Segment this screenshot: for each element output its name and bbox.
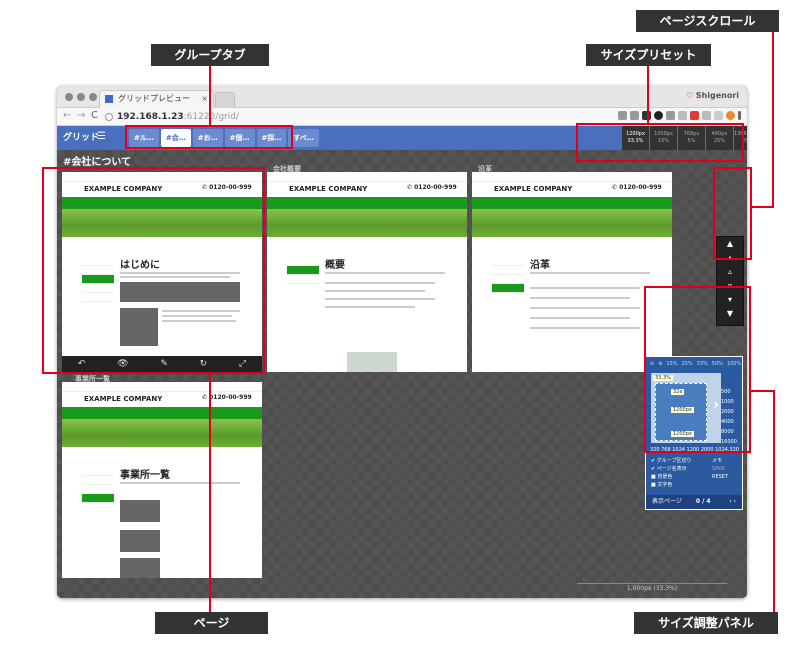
- panel-actions: メモ SAVE RESET: [712, 457, 728, 481]
- company-name: EXAMPLE COMPANY: [84, 395, 163, 403]
- zoom-dot[interactable]: [89, 93, 97, 101]
- extension-icons: [618, 111, 741, 123]
- tab-title: グリッドプレビュー: [118, 94, 190, 103]
- highlight-size-panel: [644, 286, 751, 453]
- highlight-group-tabs: [125, 125, 293, 149]
- grid-favicon-icon: [105, 95, 113, 103]
- memo-button[interactable]: メモ: [712, 457, 728, 465]
- phone-number: ✆ 0120-00-999: [407, 184, 457, 191]
- page-indicator: 表示ページ 0 / 4 ‹ ›: [646, 495, 742, 509]
- company-name: EXAMPLE COMPANY: [494, 185, 573, 193]
- option-color[interactable]: ■ 背景色: [651, 473, 706, 481]
- page-heading: 事業所一覧: [120, 470, 170, 481]
- callout-group-tab: グループタブ: [151, 44, 269, 66]
- photo-icon[interactable]: [702, 111, 711, 120]
- leader-line: [773, 390, 775, 612]
- image-placeholder: [120, 500, 160, 522]
- leader-line: [752, 206, 774, 208]
- new-tab-button[interactable]: [215, 92, 235, 108]
- browser-tab[interactable]: グリッドプレビュー ×: [99, 90, 214, 108]
- minimize-dot[interactable]: [77, 93, 85, 101]
- s-icon[interactable]: [690, 111, 699, 120]
- back-icon[interactable]: ←: [63, 110, 71, 121]
- gear-icon[interactable]: [666, 111, 675, 120]
- phone-number: ✆ 0120-00-999: [612, 184, 662, 191]
- page-heading: 沿革: [530, 260, 550, 271]
- url-field[interactable]: 192.168.1.23:61220/grid/: [103, 110, 587, 124]
- callout-size-panel: サイズ調整パネル: [634, 612, 778, 634]
- option-checkbox[interactable]: ✔ ページ名表示: [651, 465, 706, 473]
- ball-icon[interactable]: [726, 111, 735, 120]
- option-color[interactable]: ■ 文字色: [651, 481, 706, 489]
- panel-options: ✔ グループ区切り ✔ ページ名表示 ■ 背景色 ■ 文字色: [651, 457, 706, 489]
- grid-label[interactable]: グリッド: [63, 126, 99, 150]
- close-dot[interactable]: [65, 93, 73, 101]
- company-name: EXAMPLE COMPANY: [289, 185, 368, 193]
- url-host: 192.168.1.23: [117, 112, 184, 122]
- map-image: [347, 352, 397, 372]
- leader-line: [209, 374, 211, 612]
- tag-icon[interactable]: [678, 111, 687, 120]
- star-icon[interactable]: [618, 111, 627, 120]
- sync-icon[interactable]: [714, 111, 723, 120]
- title-bar: グリッドプレビュー × ♡ Shigenori: [57, 86, 747, 108]
- reload-icon[interactable]: C: [91, 110, 98, 121]
- leader-line: [647, 66, 649, 123]
- recycle-icon[interactable]: [630, 111, 639, 120]
- leader-line: [751, 390, 775, 392]
- highlight-page: [42, 167, 265, 374]
- tab-close-icon[interactable]: ×: [201, 91, 208, 107]
- save-button[interactable]: SAVE: [712, 465, 728, 473]
- scroll-button[interactable]: ▵: [717, 265, 743, 279]
- page-card-history[interactable]: EXAMPLE COMPANY ✆ 0120-00-999 沿革: [472, 172, 672, 372]
- callout-page: ページ: [155, 612, 268, 634]
- leader-line: [209, 66, 211, 125]
- highlight-size-presets: [576, 123, 744, 162]
- page-indicator-label: 表示ページ: [652, 498, 682, 505]
- chrome-icon[interactable]: [654, 111, 663, 120]
- page-heading: 概要: [325, 260, 345, 271]
- page-count: 0 / 4: [695, 498, 711, 505]
- section-title: #会社について: [63, 157, 132, 168]
- page-card-offices[interactable]: EXAMPLE COMPANY ✆ 0120-00-999 事業所一覧: [62, 382, 262, 578]
- callout-page-scroll: ページスクロール: [636, 10, 779, 32]
- option-checkbox[interactable]: ✔ グループ区切り: [651, 457, 706, 465]
- callout-size-preset: サイズプリセット: [586, 44, 711, 66]
- width-ruler: 1,000px (33.3%): [577, 583, 727, 592]
- leader-line: [772, 32, 774, 208]
- url-path: :61220/grid/: [183, 112, 239, 122]
- info-icon: [105, 113, 113, 121]
- page-prev-next-icon[interactable]: ‹ ›: [729, 495, 736, 509]
- menu-icon[interactable]: [738, 111, 741, 120]
- highlight-scroll: [713, 167, 752, 260]
- profile-name[interactable]: ♡ Shigenori: [686, 91, 739, 100]
- image-placeholder: [120, 530, 160, 552]
- forward-icon[interactable]: →: [77, 110, 85, 121]
- page-card-overview[interactable]: EXAMPLE COMPANY ✆ 0120-00-999 概要: [267, 172, 467, 372]
- list-icon[interactable]: ☰: [97, 131, 106, 142]
- reset-button[interactable]: RESET: [712, 473, 728, 481]
- image-placeholder: [120, 558, 160, 578]
